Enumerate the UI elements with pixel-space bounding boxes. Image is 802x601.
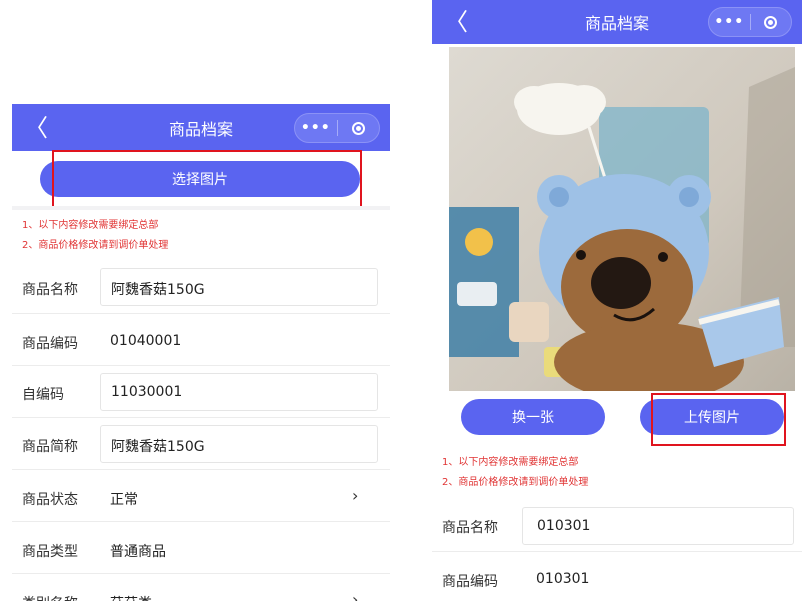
field-label: 商品简称 [22,439,78,455]
field-value: 010301 [537,518,591,534]
more-icon[interactable]: ••• [295,120,337,136]
field-row-product-code: 商品编码 01040001 [12,314,390,366]
field-label: 商品编码 [442,574,498,590]
nav-bar: 〈 商品档案 ••• [12,104,390,151]
notice-text: 1、以下内容修改需要绑定总部 2、商品价格修改请到调价单处理 [22,216,168,256]
field-row-product-name: 商品名称 010301 [432,500,802,552]
self-code-input[interactable]: 11030001 [100,373,378,411]
field-label: 商品名称 [442,520,498,536]
notice-line-1: 1、以下内容修改需要绑定总部 [442,457,579,468]
field-value: 菇菇类 [110,593,152,601]
field-row-type: 商品类型 普通商品 [12,522,390,574]
mini-program-capsule: ••• [294,113,380,143]
field-row-product-code: 商品编码 010301 [432,552,802,601]
close-target-icon[interactable] [751,15,792,29]
close-target-icon[interactable] [338,121,380,135]
field-row-status[interactable]: 商品状态 正常 › [12,470,390,522]
chevron-right-icon: › [352,486,359,505]
notice-line-2: 2、商品价格修改请到调价单处理 [22,240,169,251]
mini-program-capsule: ••• [708,7,792,37]
change-image-button[interactable]: 换一张 [461,399,605,435]
highlight-box [52,150,362,208]
highlight-box [651,393,786,446]
notice-line-2: 2、商品价格修改请到调价单处理 [442,477,589,488]
field-value: 正常 [110,492,138,508]
product-photo [449,47,795,391]
notice-text: 1、以下内容修改需要绑定总部 2、商品价格修改请到调价单处理 [442,453,588,493]
field-value: 阿魏香菇150G [111,439,205,455]
field-value: 11030001 [111,384,183,400]
field-row-short-name: 商品简称 阿魏香菇150G [12,418,390,470]
field-label: 商品编码 [22,336,78,352]
product-name-input[interactable]: 010301 [522,507,794,545]
product-name-input[interactable]: 阿魏香菇150G [100,268,378,306]
notice-line-1: 1、以下内容修改需要绑定总部 [22,220,159,231]
field-value: 阿魏香菇150G [111,282,205,298]
field-label: 商品名称 [22,282,78,298]
divider-band [12,206,390,210]
more-icon[interactable]: ••• [709,14,750,30]
field-row-product-name: 商品名称 阿魏香菇150G [12,262,390,314]
field-label: 类别名称 [22,593,78,601]
left-screen: 〈 商品档案 ••• 选择图片 1、以下内容修改需要绑定总部 2、商品价格修改请… [12,104,390,601]
field-row-self-code: 自编码 11030001 [12,366,390,418]
field-value: 01040001 [110,333,182,349]
field-label: 自编码 [22,387,64,403]
field-value: 普通商品 [110,544,166,560]
field-row-category[interactable]: 类别名称 菇菇类 › [12,574,390,601]
nav-bar: 〈 商品档案 ••• [432,0,802,44]
field-value: 010301 [536,571,590,587]
right-screen: 〈 商品档案 ••• 换一张 上传图片 1、以下内容修改需要绑定总部 2、商品价… [432,0,802,601]
short-name-input[interactable]: 阿魏香菇150G [100,425,378,463]
chevron-right-icon: › [352,590,359,601]
field-label: 商品状态 [22,492,78,508]
field-label: 商品类型 [22,544,78,560]
